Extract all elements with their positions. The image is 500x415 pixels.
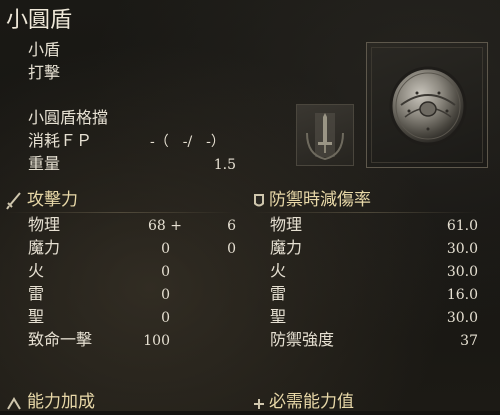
- guard-value-boost: 37: [460, 333, 478, 349]
- guard-label-holy: 聖: [270, 307, 287, 326]
- guard-label-boost: 防禦強度: [270, 330, 335, 349]
- guard-label-physical: 物理: [270, 215, 303, 234]
- attack-type: 打擊: [28, 63, 61, 82]
- requirement-icon: [252, 396, 266, 415]
- attack-value-magic: 0: [161, 241, 170, 257]
- guard-label-fire: 火: [270, 261, 287, 280]
- guard-label-magic: 魔力: [270, 238, 303, 257]
- scaling-icon: [6, 396, 22, 415]
- fp-label: 消耗ＦＰ: [28, 131, 93, 150]
- sword-skill-icon: [296, 104, 354, 166]
- requirement-header: 必需能力值: [269, 392, 354, 412]
- item-image-frame: [366, 42, 488, 168]
- attack-value-physical: 68 +: [148, 218, 182, 234]
- attack-label-holy: 聖: [28, 307, 45, 326]
- fp-value: -（ -/ -）: [150, 134, 225, 150]
- attack-bonus-magic: 0: [227, 241, 236, 257]
- attack-value-fire: 0: [161, 264, 170, 280]
- weight-value: 1.5: [213, 157, 236, 173]
- guard-value-lightning: 16.0: [446, 287, 478, 303]
- attack-label-critical: 致命一擊: [28, 330, 93, 349]
- attack-value-critical: 100: [143, 333, 170, 349]
- guard-value-holy: 30.0: [446, 310, 478, 326]
- weight-label: 重量: [28, 154, 61, 173]
- attack-label-physical: 物理: [28, 215, 61, 234]
- attack-bonus-physical: 6: [227, 218, 236, 234]
- attack-value-lightning: 0: [161, 287, 170, 303]
- guard-value-fire: 30.0: [446, 264, 478, 280]
- item-name: 小圓盾: [6, 8, 73, 33]
- attack-label-fire: 火: [28, 261, 45, 280]
- scaling-header: 能力加成: [27, 392, 95, 412]
- shield-badge-icon: [252, 192, 266, 214]
- attack-label-lightning: 雷: [28, 284, 45, 303]
- guard-header: 防禦時減傷率: [269, 190, 371, 210]
- attack-label-magic: 魔力: [28, 238, 61, 257]
- guard-label-lightning: 雷: [270, 284, 287, 303]
- guard-value-physical: 61.0: [446, 218, 478, 234]
- guard-divider: [252, 212, 480, 213]
- attack-power-header: 攻擊力: [27, 190, 78, 210]
- guard-value-magic: 30.0: [446, 241, 478, 257]
- attack-value-holy: 0: [161, 310, 170, 326]
- item-type: 小盾: [28, 40, 61, 59]
- skill-name: 小圓盾格擋: [28, 108, 109, 127]
- round-shield-icon: [387, 65, 469, 151]
- attack-divider: [6, 212, 236, 213]
- sword-icon: [6, 192, 22, 214]
